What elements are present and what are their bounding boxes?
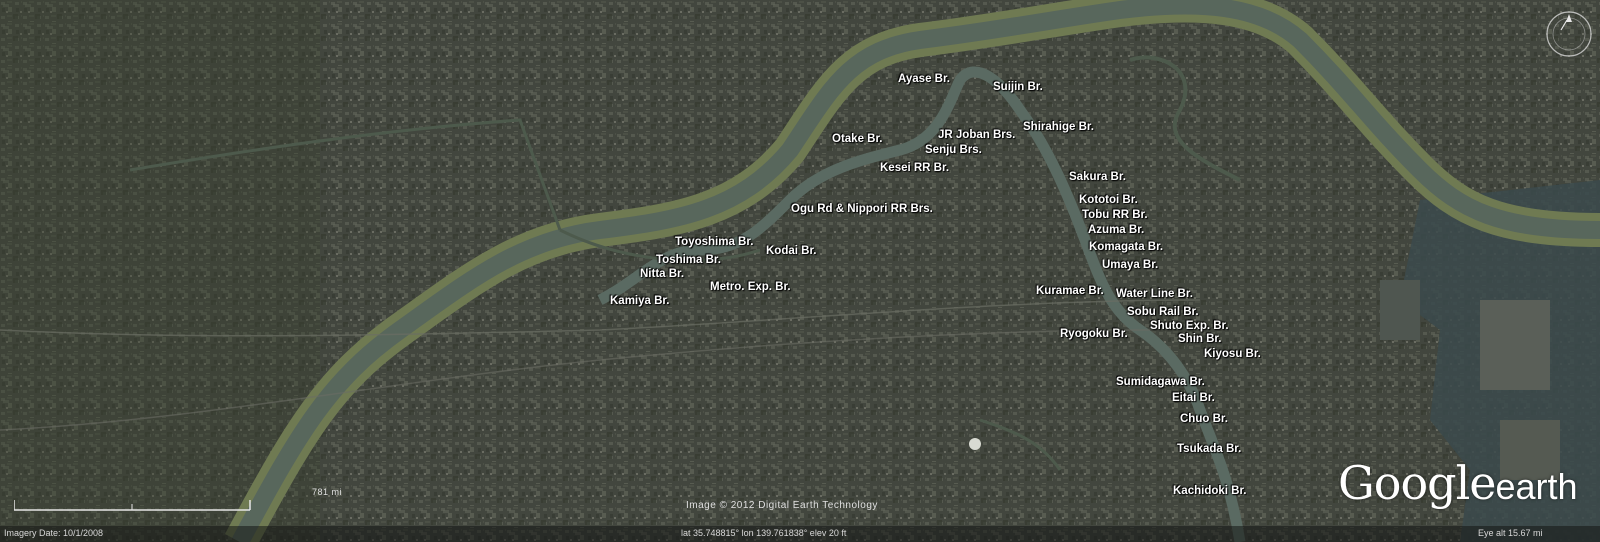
scale-bar <box>14 500 251 511</box>
label-kiyosu: Kiyosu Br. <box>1204 348 1261 360</box>
label-jr-joban: JR Joban Brs. <box>938 129 1016 141</box>
label-shuto-exp: Shuto Exp. Br. <box>1150 320 1229 332</box>
label-tobu-rr: Tobu RR Br. <box>1082 209 1148 221</box>
label-tsukada: Tsukada Br. <box>1177 443 1242 455</box>
label-chuo: Chuo Br. <box>1180 413 1228 425</box>
google-earth-logo: Googleearth <box>1338 456 1578 510</box>
label-kesei-rr: Kesei RR Br. <box>880 162 950 174</box>
label-suijin: Suijin Br. <box>993 81 1043 93</box>
map-view[interactable]: Ayase Br. Suijin Br. Otake Br. JR Joban … <box>0 0 1600 542</box>
label-azuma: Azuma Br. <box>1088 224 1145 236</box>
label-komagata: Komagata Br. <box>1089 241 1164 253</box>
label-ryogoku: Ryogoku Br. <box>1060 328 1128 340</box>
label-umaya: Umaya Br. <box>1102 259 1159 271</box>
imagery-date: Imagery Date: 10/1/2008 <box>4 528 104 538</box>
compass-icon[interactable] <box>1543 8 1595 60</box>
label-nitta: Nitta Br. <box>640 268 685 280</box>
label-ogu-nippori: Ogu Rd & Nippori RR Brs. <box>791 203 933 215</box>
label-shin: Shin Br. <box>1178 333 1222 345</box>
label-kodai: Kodai Br. <box>766 245 817 257</box>
label-otake: Otake Br. <box>832 133 883 145</box>
label-senju: Senju Brs. <box>925 144 982 156</box>
label-ayase: Ayase Br. <box>898 73 950 85</box>
coordinates-readout: lat 35.748815° lon 139.761838° elev 20 f… <box>681 528 847 538</box>
label-kuramae: Kuramae Br. <box>1036 285 1104 297</box>
label-sakura: Sakura Br. <box>1069 171 1126 183</box>
label-sumidagawa: Sumidagawa Br. <box>1116 376 1205 388</box>
imagery-credit: Image © 2012 Digital Earth Technology <box>686 500 878 511</box>
eye-altitude: Eye alt 15.67 mi <box>1478 528 1543 538</box>
label-kachidoki: Kachidoki Br. <box>1173 485 1247 497</box>
label-water-line: Water Line Br. <box>1116 288 1193 300</box>
label-kamiya: Kamiya Br. <box>610 295 670 307</box>
stadium-roof <box>969 438 981 450</box>
scale-label: 781 mi <box>312 487 343 497</box>
label-toyoshima: Toyoshima Br. <box>675 236 754 248</box>
label-toshima: Toshima Br. <box>656 254 721 266</box>
label-eitai: Eitai Br. <box>1172 392 1215 404</box>
label-shirahige: Shirahige Br. <box>1023 121 1094 133</box>
label-sobu-rail: Sobu Rail Br. <box>1127 306 1199 318</box>
label-kototoi: Kototoi Br. <box>1079 194 1138 206</box>
label-metro-exp: Metro. Exp. Br. <box>710 281 791 293</box>
